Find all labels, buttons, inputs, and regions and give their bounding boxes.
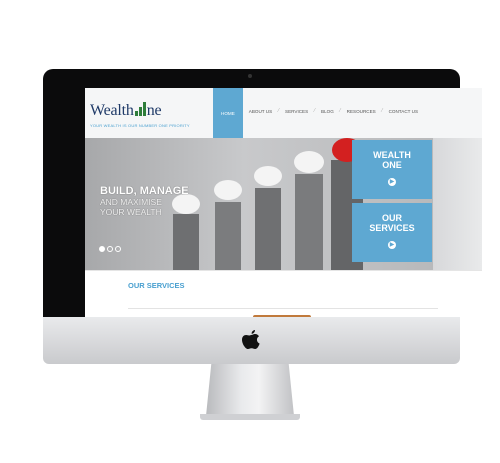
monitor-stand [206, 364, 294, 416]
nav-home[interactable]: HOME [213, 88, 243, 138]
logo-text: Wealth [90, 102, 134, 119]
main-nav: HOME ABOUT US ⁄ SERVICES ⁄ BLOG ⁄ RESOUR… [213, 88, 424, 138]
apple-logo-icon [242, 330, 260, 349]
our-services-panel[interactable]: OUR SERVICES ▶ [352, 203, 432, 262]
services-section: OUR SERVICES [85, 270, 482, 323]
site-header: Wealth ne YOUR WEALTH IS OUR NUMBER ONE P… [85, 88, 482, 138]
panel-label-line2: SERVICES [369, 223, 415, 233]
slider-dot[interactable] [115, 246, 121, 252]
nav-resources[interactable]: RESOURCES [341, 102, 382, 120]
nav-contact-us[interactable]: CONTACT US [383, 102, 424, 120]
hero-line-3: YOUR WEALTH [100, 207, 162, 217]
tagline: YOUR WEALTH IS OUR NUMBER ONE PRIORITY [90, 123, 190, 128]
hero-side-strip [433, 138, 482, 270]
logo-bars-icon [134, 102, 147, 116]
panel-label-line1: OUR [382, 213, 402, 223]
monitor-base [200, 414, 300, 420]
hero-line-2: AND MAXIMISE [100, 197, 162, 207]
panel-label-line1: WEALTH [373, 150, 411, 160]
divider [128, 308, 438, 309]
slider-dots [99, 246, 121, 252]
nav-blog[interactable]: BLOG [315, 102, 340, 120]
panel-label-line2: ONE [382, 160, 402, 170]
wealth-one-panel[interactable]: WEALTH ONE ▶ [352, 140, 432, 199]
slider-dot[interactable] [99, 246, 105, 252]
section-title: OUR SERVICES [128, 281, 185, 290]
nav-about-us[interactable]: ABOUT US [243, 102, 278, 120]
logo-text-suffix: ne [146, 102, 162, 119]
hero-headline: BUILD, MANAGE AND MAXIMISE YOUR WEALTH [100, 185, 189, 217]
slider-dot[interactable] [107, 246, 113, 252]
site-logo[interactable]: Wealth ne [90, 102, 162, 120]
hero-line-1: BUILD, MANAGE [100, 185, 189, 197]
website-screen: Wealth ne YOUR WEALTH IS OUR NUMBER ONE P… [85, 88, 482, 323]
arrow-right-icon[interactable]: ▶ [388, 178, 396, 186]
camera-dot [248, 74, 252, 78]
nav-services[interactable]: SERVICES [279, 102, 314, 120]
monitor-bezel: Wealth ne YOUR WEALTH IS OUR NUMBER ONE P… [43, 69, 482, 323]
arrow-right-icon[interactable]: ▶ [388, 241, 396, 249]
